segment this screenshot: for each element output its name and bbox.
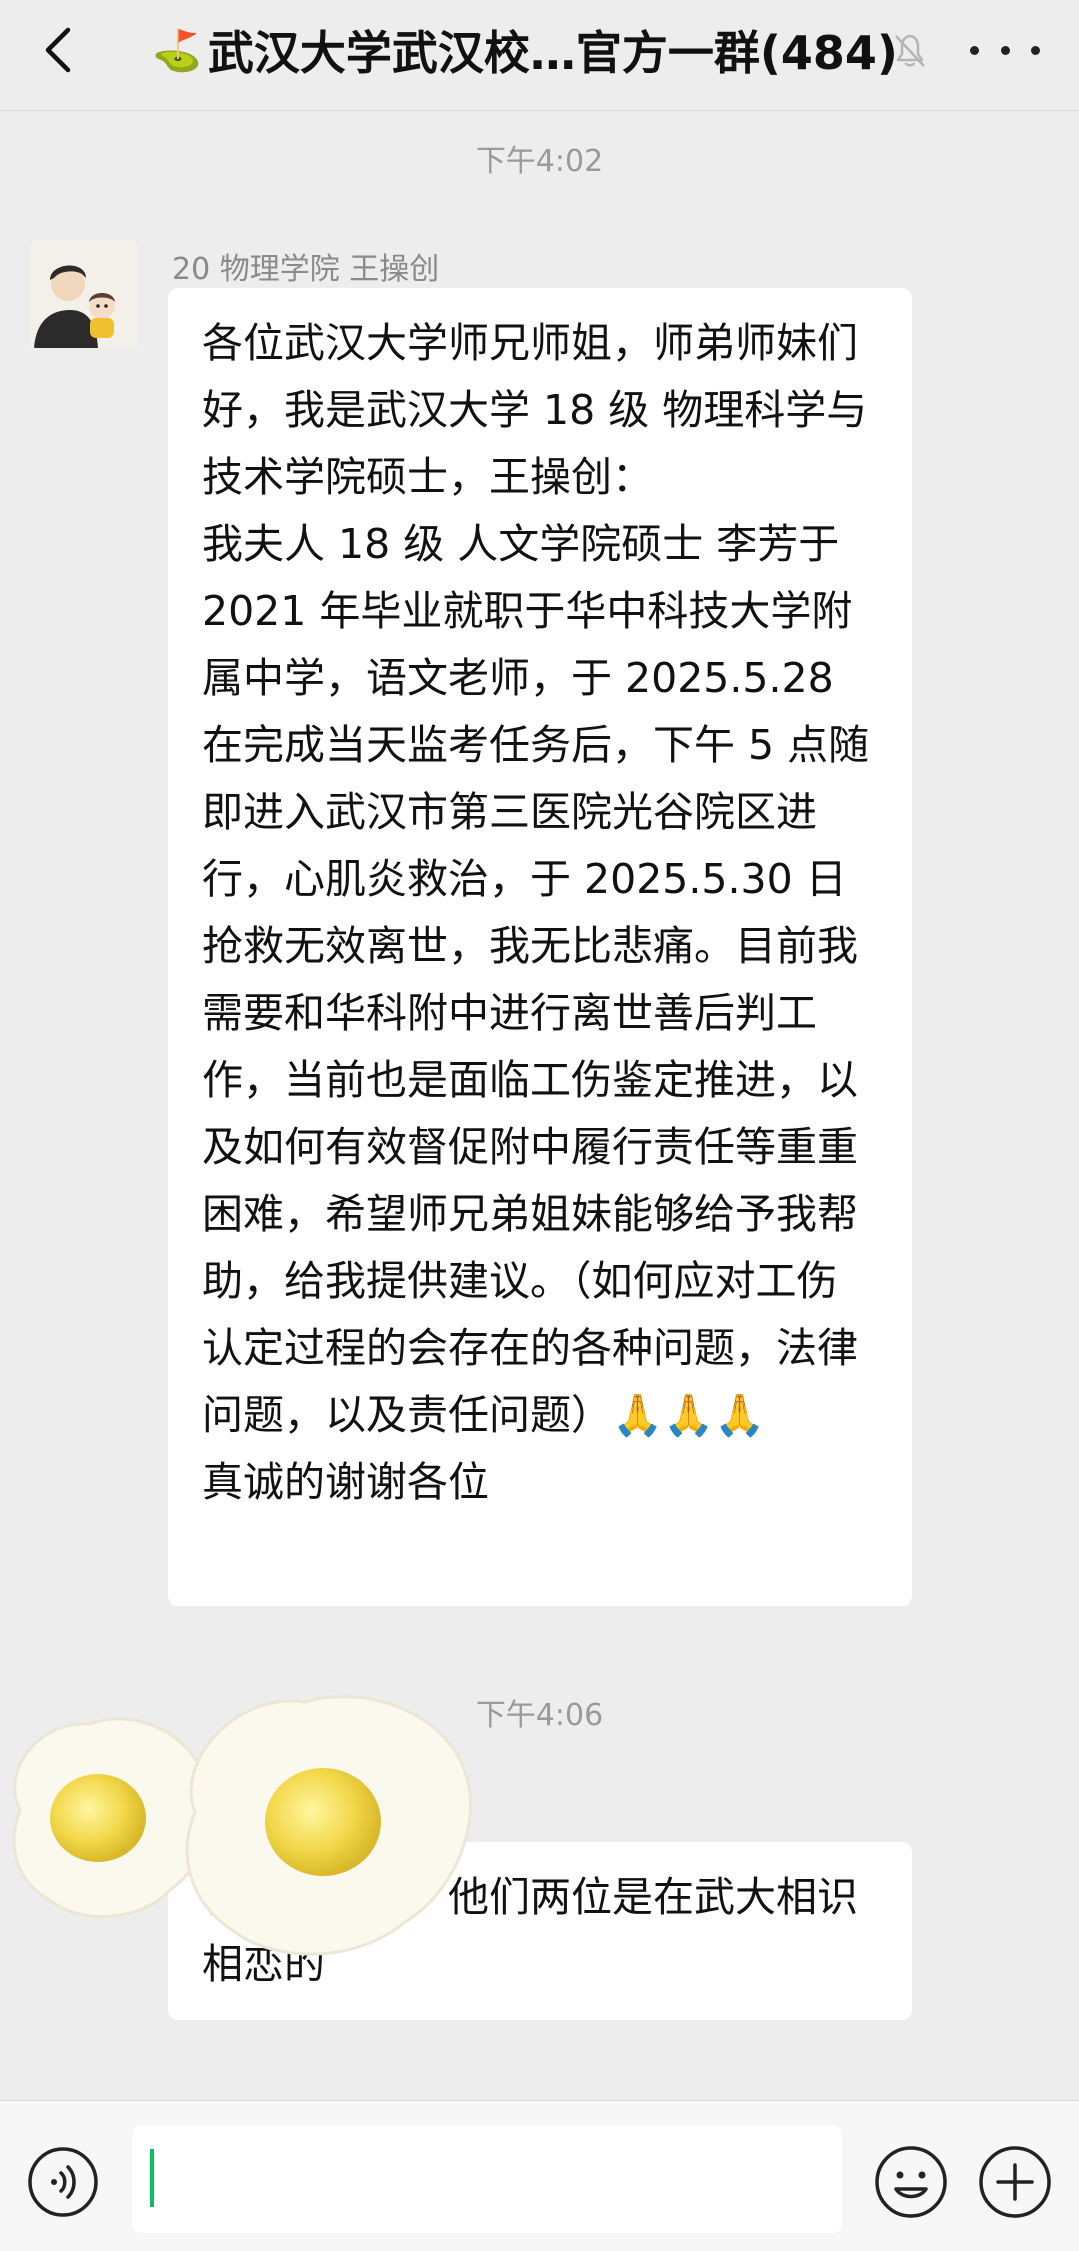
fried-egg-sticker (185, 1695, 472, 1956)
input-bar (0, 2100, 1079, 2251)
muted-bell-icon (895, 34, 925, 67)
chevron-left-icon (45, 27, 71, 73)
dot-icon (1000, 45, 1010, 55)
dot-icon (1031, 45, 1040, 55)
voice-input-icon[interactable] (26, 2145, 100, 2219)
message-timestamp: 下午4:02 (475, 144, 604, 179)
emoji-icon[interactable] (872, 2143, 950, 2221)
back-button[interactable] (28, 20, 88, 80)
avatar-illustration-icon (30, 240, 138, 348)
group-name: 武汉大学武汉校…官方一群(484) (207, 26, 898, 80)
dot-icon (970, 45, 979, 55)
more-options-button[interactable] (970, 30, 1040, 70)
chat-window: ⛳ 武汉大学武汉校…官方一群(484) 下午4:02 20 物理学院 王操创 各… (0, 0, 1079, 2251)
message-input[interactable] (132, 2125, 842, 2233)
text-caret (150, 2149, 154, 2207)
golf-flag-icon: ⛳ (152, 27, 202, 74)
chat-title[interactable]: ⛳ 武汉大学武汉校…官方一群(484) (152, 18, 898, 82)
avatar[interactable] (30, 240, 138, 348)
message-bubble[interactable]: 各位武汉大学师兄师姐，师弟师妹们好，我是武汉大学 18 级 物理科学与技术学院硕… (168, 288, 912, 1606)
sender-name: 20 物理学院 王操创 (172, 252, 440, 287)
chat-header: ⛳ 武汉大学武汉校…官方一群(484) (0, 0, 1079, 111)
plus-icon[interactable] (976, 2143, 1054, 2221)
